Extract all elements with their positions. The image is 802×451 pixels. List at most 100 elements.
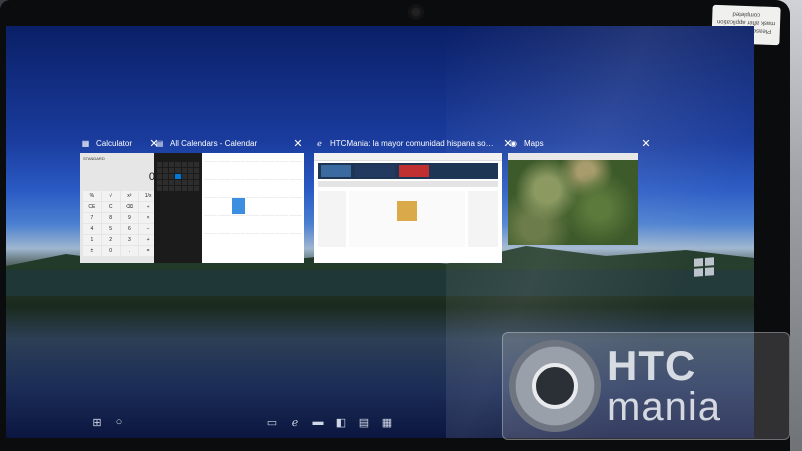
mini-calendar-day (169, 174, 175, 179)
calculator-key: 5 (101, 224, 120, 234)
browser-toolbar (314, 153, 502, 161)
mini-calendar-day (157, 180, 163, 185)
mini-calendar-day (175, 168, 181, 173)
mini-calendar-day (181, 174, 187, 179)
mini-calendar-day (175, 162, 181, 167)
calendar-day-cell (232, 161, 246, 178)
task-view-window-calendar[interactable]: ▤ All Calendars - Calendar ✕ (154, 133, 304, 263)
watermark-text: HTC mania (607, 345, 721, 429)
mini-calendar-day (169, 162, 175, 167)
calendar-day-cell (204, 233, 218, 250)
task-view-icon[interactable]: ▭ (261, 411, 283, 433)
watermark-line2: mania (607, 385, 721, 429)
window-title: Maps (524, 138, 544, 148)
calendar-day-cell (246, 233, 260, 250)
calendar-day-cell (288, 233, 302, 250)
calculator-key: 7 (83, 213, 101, 223)
close-icon[interactable]: ✕ (640, 137, 652, 150)
calculator-key: 6 (120, 224, 139, 234)
mini-calendar-day (193, 168, 199, 173)
mini-calendar-day (187, 186, 193, 191)
maps-preview[interactable] (508, 153, 638, 245)
window-header: ▦ Calculator ✕ (80, 133, 160, 153)
mini-calendar-day (169, 180, 175, 185)
page-content (318, 191, 498, 247)
main-column (349, 191, 465, 247)
task-view-window-maps[interactable]: ◉ Maps ✕ (508, 133, 652, 245)
calendar-preview[interactable] (154, 153, 304, 263)
mini-calendar-day (175, 180, 181, 185)
mini-calendar-day (157, 168, 163, 173)
calendar-day-cell (288, 197, 302, 214)
calendar-day-cell (218, 179, 232, 196)
calculator-icon[interactable]: ▦ (376, 411, 398, 433)
maps-toolbar (508, 153, 638, 160)
calculator-key: 0 (101, 246, 120, 256)
task-view-window-edge[interactable]: ℯ HTCMania: la mayor comunidad hispana s… (314, 133, 514, 263)
file-explorer-icon[interactable]: ▬ (307, 411, 329, 433)
browser-preview[interactable] (314, 153, 502, 263)
mini-calendar-day (163, 174, 169, 179)
calculator-key: 9 (120, 213, 139, 223)
edge-icon: ℯ (317, 138, 322, 148)
mini-calendar-day (193, 162, 199, 167)
site-nav (318, 181, 498, 187)
calendar-day-cell (218, 197, 232, 214)
site-banner (318, 163, 498, 179)
window-title: All Calendars - Calendar (170, 138, 258, 148)
product-image (397, 201, 417, 221)
calculator-icon: ▦ (81, 138, 90, 148)
calendar-day-cell (288, 161, 302, 178)
calendar-day-cell (288, 215, 302, 232)
mini-calendar-day (187, 162, 193, 167)
calendar-day-cell (218, 215, 232, 232)
calendar-day-cell (260, 161, 274, 178)
mini-calendar-day (193, 174, 199, 179)
calculator-key: . (120, 246, 139, 256)
left-column (318, 191, 346, 247)
close-icon[interactable]: ✕ (292, 137, 304, 150)
mini-calendar-day (193, 180, 199, 185)
calculator-key: 8 (101, 213, 120, 223)
site-logo (321, 165, 351, 177)
mini-calendar-day (175, 186, 181, 191)
calculator-key: % (83, 191, 101, 201)
calculator-key: 3 (120, 235, 139, 245)
mini-calendar-day (169, 186, 175, 191)
cortana-icon[interactable]: ○ (108, 411, 130, 433)
mini-calendar-day (163, 180, 169, 185)
window-header: ◉ Maps ✕ (508, 133, 652, 153)
calculator-display: 0 (148, 171, 155, 183)
watermark-logo-icon (509, 340, 601, 432)
windows-icon[interactable]: ⊞ (86, 411, 108, 433)
mini-calendar-day (193, 186, 199, 191)
htcmania-watermark: HTC mania (502, 332, 790, 440)
camera-icon (410, 6, 422, 18)
mini-calendar (157, 162, 199, 191)
right-column (468, 191, 498, 247)
mini-calendar-day (187, 174, 193, 179)
edge-icon[interactable]: ℯ (284, 411, 306, 433)
window-title: Calculator (96, 138, 133, 148)
calendar-icon[interactable]: ▤ (353, 411, 375, 433)
calculator-key: ± (83, 246, 101, 256)
store-icon[interactable]: ◧ (330, 411, 352, 433)
window-title: HTCMania: la mayor comunidad hispana sob… (330, 138, 497, 148)
mini-calendar-day (163, 186, 169, 191)
mini-calendar-day (157, 174, 163, 179)
window-header: ℯ HTCMania: la mayor comunidad hispana s… (314, 133, 514, 153)
mini-calendar-day (181, 162, 187, 167)
mini-calendar-day (163, 168, 169, 173)
windows-logo-icon (694, 257, 714, 277)
calendar-day-cell (204, 197, 218, 214)
maps-icon: ◉ (510, 138, 517, 148)
calendar-icon: ▤ (155, 138, 164, 148)
calendar-day-cell (232, 215, 246, 232)
taskbar-apps: ▭ ℯ ▬ ◧ ▤ ▦ (261, 411, 398, 433)
calendar-day-cell (246, 197, 260, 214)
calculator-preview[interactable]: STANDARD 0 % √ x² 1/x CE C ⌫ ÷ 7 8 9 × 4 5 6−1 2 3 + ±0. = (80, 153, 160, 263)
window-header: ▤ All Calendars - Calendar ✕ (154, 133, 304, 153)
calendar-day-cell (204, 215, 218, 232)
mini-calendar-day (181, 180, 187, 185)
task-view-window-calculator[interactable]: ▦ Calculator ✕ STANDARD 0 % √ x² 1/x CE C ⌫ ÷ 7 8… (80, 133, 160, 263)
